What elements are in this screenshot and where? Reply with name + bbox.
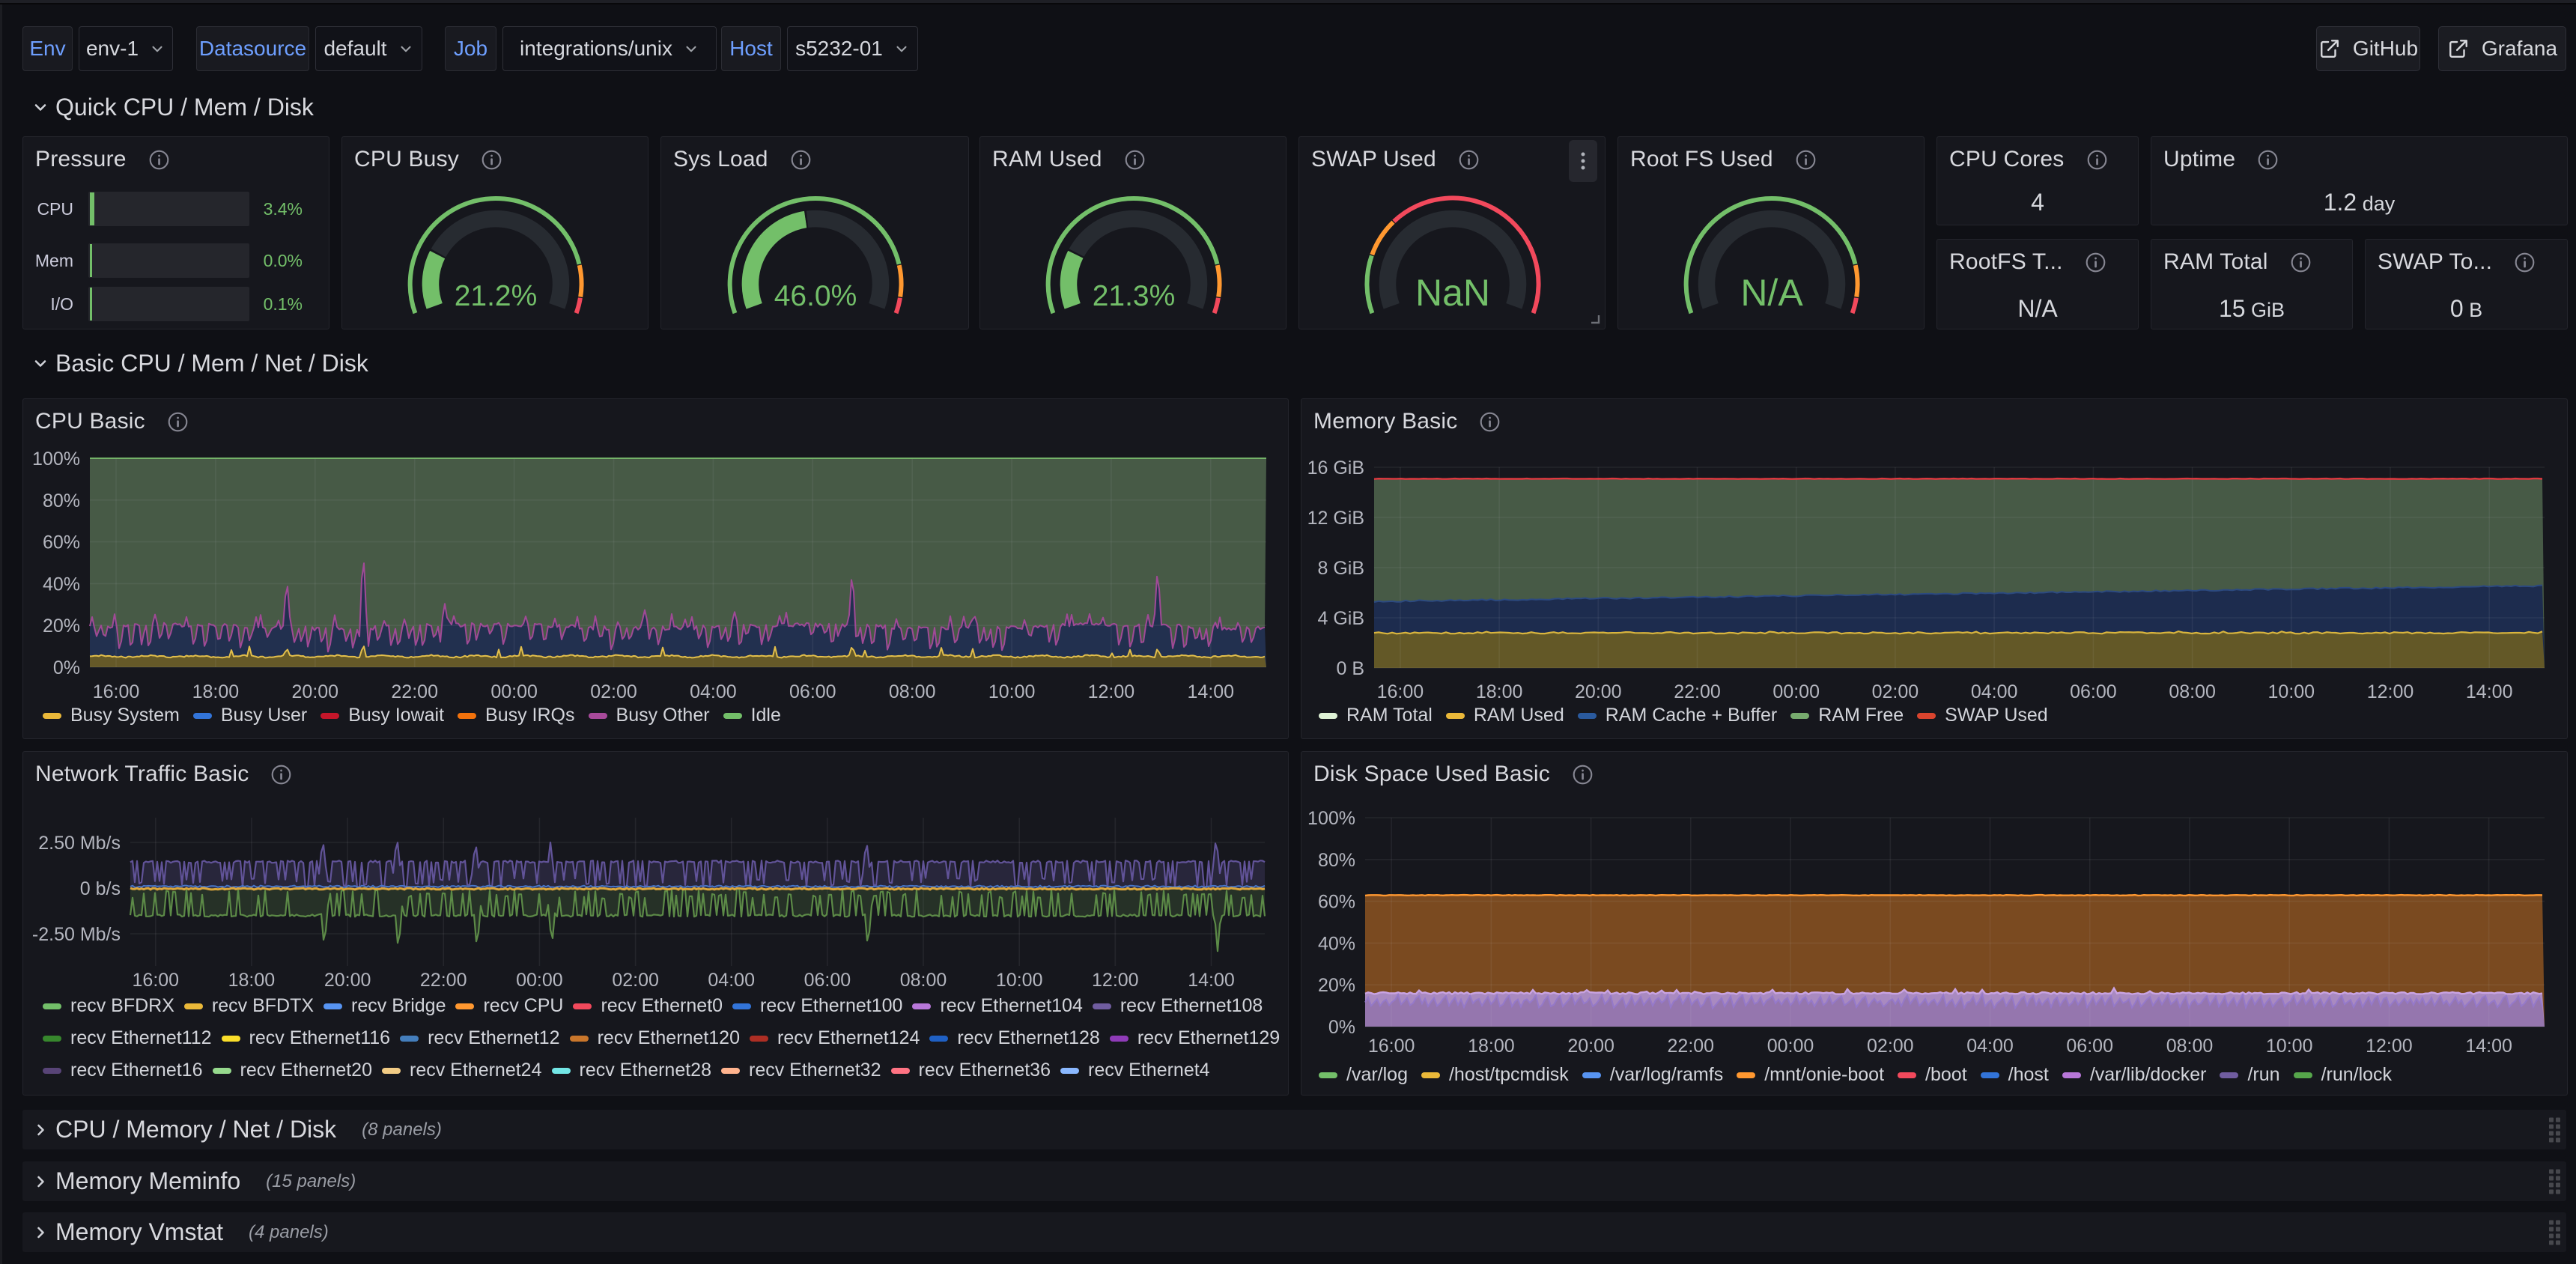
svg-text:08:00: 08:00 (889, 681, 936, 702)
svg-text:16:00: 16:00 (1377, 681, 1424, 702)
svg-text:18:00: 18:00 (192, 681, 240, 702)
svg-text:00:00: 00:00 (490, 681, 538, 702)
svg-text:21.2%: 21.2% (455, 280, 538, 312)
svg-text:2.50 Mb/s: 2.50 Mb/s (38, 833, 121, 854)
svg-text:06:00: 06:00 (789, 681, 836, 702)
svg-text:02:00: 02:00 (590, 681, 637, 702)
svg-text:02:00: 02:00 (1872, 681, 1919, 702)
svg-text:20:00: 20:00 (1575, 681, 1622, 702)
svg-text:8 GiB: 8 GiB (1317, 558, 1364, 579)
svg-text:16 GiB: 16 GiB (1307, 458, 1364, 478)
svg-text:06:00: 06:00 (804, 970, 851, 991)
svg-text:04:00: 04:00 (708, 970, 755, 991)
svg-text:20%: 20% (43, 616, 80, 636)
svg-text:08:00: 08:00 (900, 970, 947, 991)
svg-text:20:00: 20:00 (1567, 1036, 1614, 1057)
svg-text:16:00: 16:00 (1368, 1036, 1415, 1057)
svg-text:04:00: 04:00 (690, 681, 737, 702)
svg-text:80%: 80% (1318, 850, 1355, 871)
svg-text:22:00: 22:00 (391, 681, 438, 702)
svg-text:10:00: 10:00 (988, 681, 1036, 702)
svg-text:0%: 0% (53, 657, 80, 678)
svg-text:22:00: 22:00 (1668, 1036, 1715, 1057)
svg-text:00:00: 00:00 (516, 970, 563, 991)
svg-text:12 GiB: 12 GiB (1307, 508, 1364, 529)
svg-text:80%: 80% (43, 490, 80, 511)
svg-text:04:00: 04:00 (1966, 1036, 2014, 1057)
svg-text:00:00: 00:00 (1772, 681, 1820, 702)
svg-text:4 GiB: 4 GiB (1317, 608, 1364, 629)
svg-text:18:00: 18:00 (1468, 1036, 1515, 1057)
svg-text:14:00: 14:00 (2465, 1036, 2512, 1057)
svg-text:16:00: 16:00 (133, 970, 180, 991)
svg-text:N/A: N/A (1740, 272, 1803, 314)
svg-text:02:00: 02:00 (612, 970, 659, 991)
svg-text:22:00: 22:00 (420, 970, 467, 991)
svg-text:40%: 40% (43, 574, 80, 595)
svg-text:20%: 20% (1318, 975, 1355, 996)
svg-text:12:00: 12:00 (1092, 970, 1139, 991)
svg-text:14:00: 14:00 (1188, 970, 1235, 991)
svg-text:18:00: 18:00 (1476, 681, 1523, 702)
svg-text:14:00: 14:00 (2466, 681, 2513, 702)
svg-text:02:00: 02:00 (1867, 1036, 1914, 1057)
svg-text:18:00: 18:00 (228, 970, 276, 991)
svg-text:60%: 60% (43, 532, 80, 553)
svg-text:12:00: 12:00 (2367, 681, 2414, 702)
svg-text:08:00: 08:00 (2169, 681, 2216, 702)
svg-text:NaN: NaN (1415, 272, 1490, 314)
svg-text:-2.50 Mb/s: -2.50 Mb/s (32, 924, 121, 945)
svg-text:06:00: 06:00 (2066, 1036, 2113, 1057)
svg-text:21.3%: 21.3% (1093, 280, 1176, 312)
svg-text:10:00: 10:00 (2266, 1036, 2313, 1057)
svg-text:20:00: 20:00 (324, 970, 371, 991)
svg-text:100%: 100% (1307, 808, 1355, 829)
svg-text:46.0%: 46.0% (774, 280, 857, 312)
svg-text:40%: 40% (1318, 933, 1355, 954)
svg-text:100%: 100% (32, 449, 80, 470)
svg-text:12:00: 12:00 (1088, 681, 1135, 702)
svg-text:0%: 0% (1328, 1017, 1355, 1038)
svg-text:10:00: 10:00 (2268, 681, 2315, 702)
svg-text:14:00: 14:00 (1188, 681, 1235, 702)
svg-text:0 B: 0 B (1336, 658, 1364, 679)
svg-text:04:00: 04:00 (1971, 681, 2018, 702)
svg-text:06:00: 06:00 (2070, 681, 2117, 702)
svg-text:12:00: 12:00 (2366, 1036, 2413, 1057)
svg-text:20:00: 20:00 (292, 681, 339, 702)
svg-text:16:00: 16:00 (93, 681, 140, 702)
svg-text:22:00: 22:00 (1674, 681, 1721, 702)
svg-text:00:00: 00:00 (1767, 1036, 1814, 1057)
svg-text:60%: 60% (1318, 892, 1355, 913)
svg-text:10:00: 10:00 (996, 970, 1043, 991)
svg-text:0 b/s: 0 b/s (80, 878, 121, 899)
svg-text:08:00: 08:00 (2166, 1036, 2214, 1057)
